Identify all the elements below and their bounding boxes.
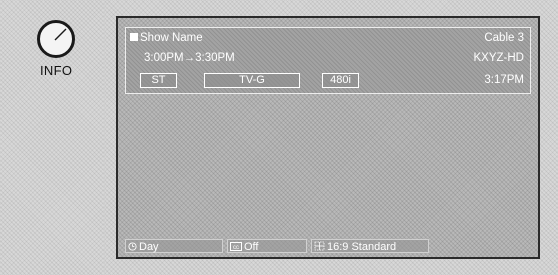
rating-badge: TV-G xyxy=(204,73,300,88)
show-square-icon xyxy=(130,33,138,41)
closed-caption-icon: cc xyxy=(230,242,242,251)
resolution-badge: 480i xyxy=(322,73,359,88)
info-button[interactable] xyxy=(37,20,75,58)
program-info-banner: Show Name Cable 3 3:00PM→3:30PM KXYZ-HD … xyxy=(125,27,531,94)
cc-button[interactable]: cc Off xyxy=(227,239,307,253)
cc-label: Off xyxy=(244,241,259,253)
aspect-ratio-icon xyxy=(314,241,325,251)
station-label: KXYZ-HD xyxy=(473,52,524,64)
current-time: 3:17PM xyxy=(484,74,524,86)
aspect-label: 16:9 Standard xyxy=(327,241,397,253)
audio-badge: ST xyxy=(140,73,177,88)
clock-icon xyxy=(128,242,137,251)
channel-label: Cable 3 xyxy=(484,32,524,44)
tv-screen: Show Name Cable 3 3:00PM→3:30PM KXYZ-HD … xyxy=(116,16,540,259)
info-label: INFO xyxy=(40,63,73,78)
show-name-text: Show Name xyxy=(140,32,203,44)
day-button[interactable]: Day xyxy=(125,239,223,253)
time-range: 3:00PM→3:30PM xyxy=(144,52,235,64)
side-panel: INFO xyxy=(0,0,105,275)
info-dial-icon xyxy=(54,28,67,41)
show-name: Show Name xyxy=(130,32,203,44)
svg-text:cc: cc xyxy=(233,245,239,251)
day-label: Day xyxy=(139,241,159,253)
bottom-bar: Day cc Off 16:9 Standard xyxy=(125,239,531,253)
aspect-button[interactable]: 16:9 Standard xyxy=(311,239,429,253)
